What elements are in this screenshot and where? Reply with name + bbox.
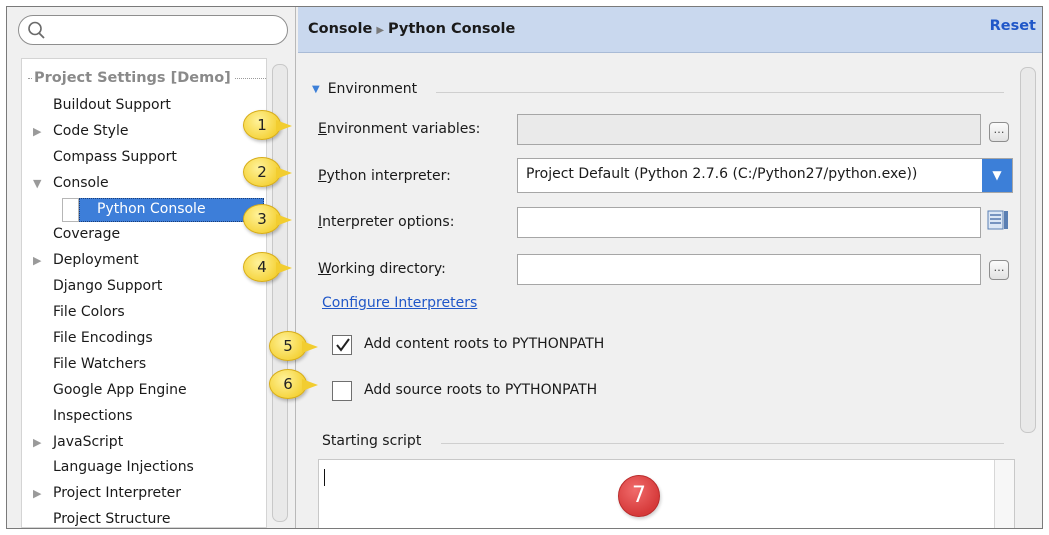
- configure-interpreters-link[interactable]: Configure Interpreters: [322, 295, 477, 311]
- settings-content-pane: Console ▶ Python Console Reset ▼ Environme…: [298, 7, 1042, 528]
- environment-section-title: Environment: [327, 81, 418, 97]
- env-vars-browse-button[interactable]: …: [989, 122, 1009, 142]
- sidebar-item[interactable]: Project Structure: [22, 507, 266, 528]
- search-icon: [28, 21, 45, 39]
- sidebar-item[interactable]: ▶ Project Interpreter: [22, 481, 266, 507]
- content-roots-label[interactable]: Add content roots to PYTHONPATH: [364, 336, 604, 352]
- sidebar-item-label: Language Injections: [53, 459, 194, 476]
- breadcrumb: Console ▶ Python Console Reset: [298, 7, 1042, 53]
- sidebar-item-label: Project Structure: [53, 511, 171, 528]
- callout-6: 6: [269, 369, 318, 399]
- expanded-triangle-icon[interactable]: ▼: [33, 171, 41, 197]
- tree-group-header: Project Settings [Demo]: [22, 67, 266, 89]
- sidebar-item-label: Django Support: [53, 278, 163, 295]
- sidebar-item-label: JavaScript: [53, 433, 124, 450]
- sidebar-item[interactable]: Inspections: [22, 404, 266, 430]
- environment-section-header[interactable]: ▼ Environment: [312, 81, 417, 97]
- expand-text-icon[interactable]: [987, 210, 1009, 230]
- working-directory-browse-button[interactable]: …: [989, 260, 1009, 280]
- sidebar-item[interactable]: Python Console: [22, 197, 266, 223]
- breadcrumb-separator-icon: ▶: [376, 25, 385, 36]
- section-divider: [436, 92, 1004, 93]
- interpreter-options-label: Interpreter options:: [318, 214, 455, 230]
- sidebar-item-label: Console: [53, 174, 109, 191]
- env-vars-label: Environment variables:: [318, 121, 481, 137]
- tree-group-label: Project Settings [Demo]: [34, 70, 231, 86]
- chevron-down-icon[interactable]: ▼: [982, 159, 1012, 192]
- sidebar-item[interactable]: ▶ JavaScript: [22, 430, 266, 456]
- interpreter-label: Python interpreter:: [318, 168, 451, 184]
- callout-4: 4: [243, 252, 292, 282]
- sidebar-item-label: Code Style: [53, 122, 129, 139]
- sidebar-item[interactable]: Buildout Support: [22, 93, 266, 119]
- sidebar-item[interactable]: Compass Support: [22, 145, 266, 171]
- section-divider: [441, 443, 1004, 444]
- sidebar-item-label: File Watchers: [53, 355, 147, 372]
- source-roots-label[interactable]: Add source roots to PYTHONPATH: [364, 382, 597, 398]
- sidebar-item-label: Buildout Support: [53, 97, 171, 113]
- sidebar-item[interactable]: ▼ Console: [22, 171, 266, 197]
- collapsed-triangle-icon[interactable]: ▶: [33, 248, 41, 274]
- sidebar-item[interactable]: ▶ Code Style: [22, 119, 266, 145]
- working-directory-label: Working directory:: [318, 261, 446, 277]
- starting-script-title: Starting script: [322, 433, 422, 449]
- interpreter-select-value: Project Default (Python 2.7.6 (C:/Python…: [526, 166, 918, 182]
- sidebar-item[interactable]: Google App Engine: [22, 378, 266, 404]
- working-directory-field[interactable]: [517, 254, 981, 285]
- callout-1: 1: [243, 110, 292, 140]
- text-caret: [324, 469, 325, 486]
- settings-dialog: Project Settings [Demo] Buildout Support…: [6, 6, 1043, 529]
- callout-7: 7: [618, 475, 660, 517]
- source-roots-checkbox[interactable]: [332, 381, 352, 401]
- search-input[interactable]: [18, 15, 288, 45]
- script-scrollbar[interactable]: [994, 460, 1014, 528]
- content-scrollbar[interactable]: [1020, 67, 1036, 433]
- interpreter-options-field[interactable]: [517, 207, 981, 238]
- content-roots-checkbox[interactable]: [332, 335, 352, 355]
- sidebar-item[interactable]: Language Injections: [22, 455, 266, 481]
- sidebar-item[interactable]: File Colors: [22, 300, 266, 326]
- sidebar-item-label: Deployment: [53, 252, 139, 269]
- reset-link[interactable]: Reset: [990, 18, 1036, 34]
- sidebar-item-label: Inspections: [53, 407, 133, 424]
- sidebar-item-label: Python Console: [97, 200, 206, 217]
- callout-5: 5: [269, 331, 318, 361]
- sidebar-item-label: Google App Engine: [53, 381, 187, 398]
- sidebar-item[interactable]: File Watchers: [22, 352, 266, 378]
- sidebar-item-label: File Encodings: [53, 330, 153, 347]
- callout-3: 3: [243, 204, 292, 234]
- collapsed-triangle-icon[interactable]: ▶: [33, 119, 41, 145]
- collapse-triangle-icon[interactable]: ▼: [312, 84, 320, 95]
- collapsed-triangle-icon[interactable]: ▶: [33, 481, 41, 507]
- interpreter-select[interactable]: Project Default (Python 2.7.6 (C:/Python…: [517, 158, 1013, 193]
- sidebar-item[interactable]: Coverage: [22, 222, 266, 248]
- breadcrumb-current: Python Console: [388, 21, 516, 37]
- env-vars-field[interactable]: [517, 114, 981, 145]
- sidebar-item[interactable]: File Encodings: [22, 326, 266, 352]
- sidebar-item-label: File Colors: [53, 304, 125, 321]
- settings-tree: Project Settings [Demo] Buildout Support…: [21, 58, 267, 528]
- collapsed-triangle-icon[interactable]: ▶: [33, 430, 41, 456]
- tree-leaf-icon: [62, 197, 79, 222]
- sidebar-item-label: Project Interpreter: [53, 485, 182, 502]
- breadcrumb-parent[interactable]: Console: [308, 21, 372, 37]
- sidebar-item[interactable]: ▶ Deployment: [22, 248, 266, 274]
- starting-script-editor[interactable]: [318, 459, 1015, 528]
- sidebar-item[interactable]: Django Support: [22, 274, 266, 300]
- sidebar-item-label: Compass Support: [53, 148, 177, 165]
- python-console-settings: ▼ Environment Environment variables: … P…: [298, 54, 1042, 528]
- sidebar-item-label: Coverage: [53, 226, 121, 243]
- checkmark-icon: [336, 338, 350, 352]
- callout-2: 2: [243, 157, 292, 187]
